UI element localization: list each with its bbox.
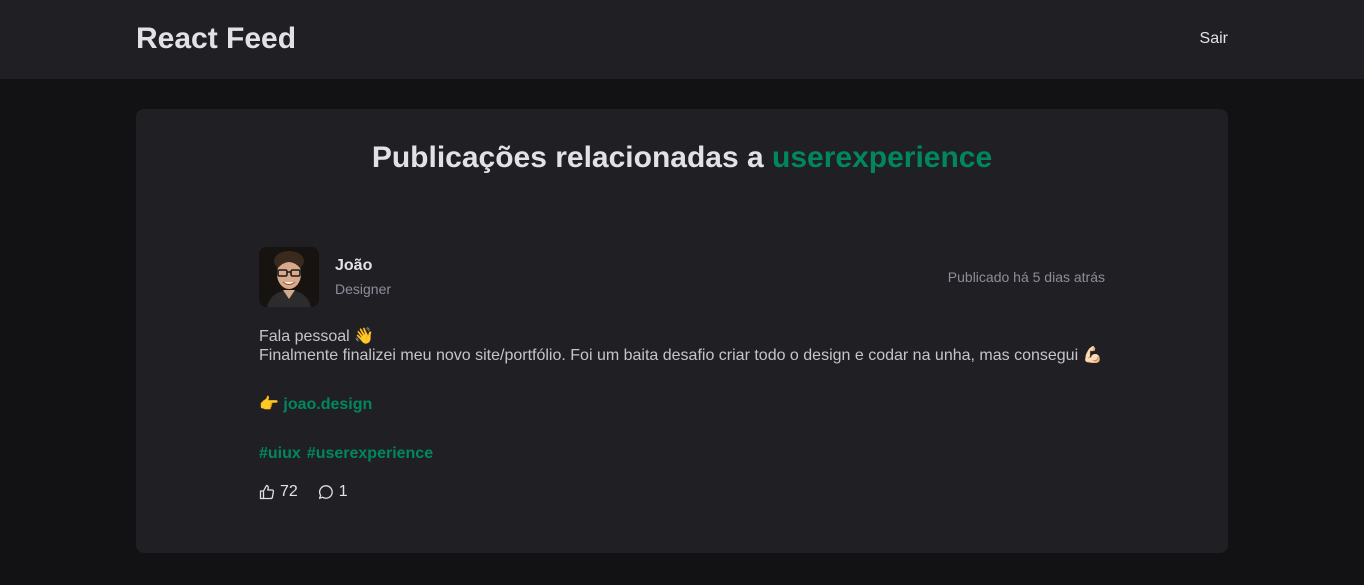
post-link[interactable]: joao.design [283,396,372,413]
app-header: React Feed Sair [0,0,1364,79]
avatar[interactable] [259,247,319,307]
thumbs-up-icon [259,484,275,500]
comment-button[interactable]: 1 [318,483,348,501]
post-author: João Designer Publicado há 5 dias atrás [259,247,1105,307]
pointing-hand-emoji: 👉 [259,396,284,413]
post-content: Fala pessoal 👋 Finalmente finalizei meu … [259,327,1105,463]
hashtag-link[interactable]: #uiux [259,445,301,462]
app-title: React Feed [136,22,297,55]
post-text-line: Finalmente finalizei meu novo site/portf… [259,347,1103,364]
post-text-line: Fala pessoal 👋 [259,328,375,345]
post-actions: 72 1 [259,483,1105,501]
like-count: 72 [280,483,298,500]
author-role: Designer [335,281,392,297]
post-link-row: 👉 joao.design [259,395,1105,414]
post-hashtags: #uiux #userexperience [259,444,1105,463]
hashtag-link[interactable]: #userexperience [307,445,433,462]
chat-bubble-icon [318,484,334,500]
feed-card: Publicações relacionadas a userexperienc… [136,109,1228,553]
page-title: Publicações relacionadas a userexperienc… [136,139,1228,177]
like-button[interactable]: 72 [259,483,298,501]
comment-count: 1 [338,483,348,500]
page-title-prefix: Publicações relacionadas a [371,141,773,174]
logout-button[interactable]: Sair [1200,29,1228,49]
post: João Designer Publicado há 5 dias atrás … [259,247,1105,501]
page-title-tag: userexperience [772,141,993,174]
published-time: Publicado há 5 dias atrás [947,269,1105,285]
author-name: João [335,257,373,274]
